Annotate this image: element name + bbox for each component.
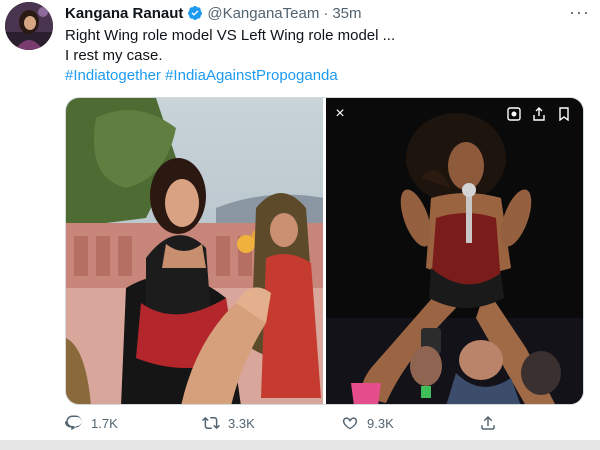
reply-icon: [65, 415, 82, 431]
tweet-text-line-2: I rest my case.: [65, 47, 163, 64]
like-button[interactable]: 9.3K: [341, 414, 394, 432]
share-icon: [481, 415, 495, 430]
author-handle[interactable]: @KanganaTeam: [207, 5, 319, 22]
screenshot-icon[interactable]: [504, 104, 524, 124]
tweet-text: Right Wing role model VS Left Wing role …: [65, 26, 585, 86]
hashtag-link-1[interactable]: #Indiatogether: [65, 67, 161, 84]
retweet-icon: [202, 416, 220, 430]
bookmark-media-icon[interactable]: [554, 104, 574, 124]
tweet-text-line-1: Right Wing role model VS Left Wing role …: [65, 27, 396, 44]
share-media-icon[interactable]: [529, 104, 549, 124]
avatar[interactable]: [5, 2, 53, 50]
tweet-header: Kangana Ranaut @KanganaTeam · 35m: [65, 3, 362, 23]
timestamp[interactable]: 35m: [332, 5, 361, 22]
photo-right-image: [326, 98, 583, 404]
reply-button[interactable]: 1.7K: [65, 414, 118, 432]
author-name[interactable]: Kangana Ranaut: [65, 5, 183, 22]
close-media-icon[interactable]: ×: [330, 104, 350, 124]
media-photo-left[interactable]: [66, 98, 323, 404]
media-photo-right[interactable]: ×: [326, 98, 583, 404]
heart-icon: [342, 417, 358, 430]
photo-left-image: [66, 98, 323, 404]
reply-count: 1.7K: [91, 415, 118, 431]
bottom-divider: [0, 440, 600, 450]
hashtag-link-2[interactable]: #IndiaAgainstPropoganda: [165, 67, 338, 84]
media-grid: ×: [65, 97, 584, 405]
retweet-count: 3.3K: [228, 415, 255, 431]
like-count: 9.3K: [367, 415, 394, 431]
tweet-actions: 1.7K 3.3K 9.3K: [65, 414, 535, 436]
retweet-button[interactable]: 3.3K: [202, 414, 255, 432]
hashtags: #Indiatogether #IndiaAgainstPropoganda: [65, 66, 585, 86]
more-options-icon[interactable]: ···: [569, 2, 590, 23]
verified-badge-icon: [188, 6, 203, 20]
avatar-image: [5, 2, 53, 50]
separator-dot: ·: [323, 4, 329, 22]
tweet[interactable]: Kangana Ranaut @KanganaTeam · 35m ··· Ri…: [0, 0, 600, 440]
share-button[interactable]: [479, 414, 497, 432]
